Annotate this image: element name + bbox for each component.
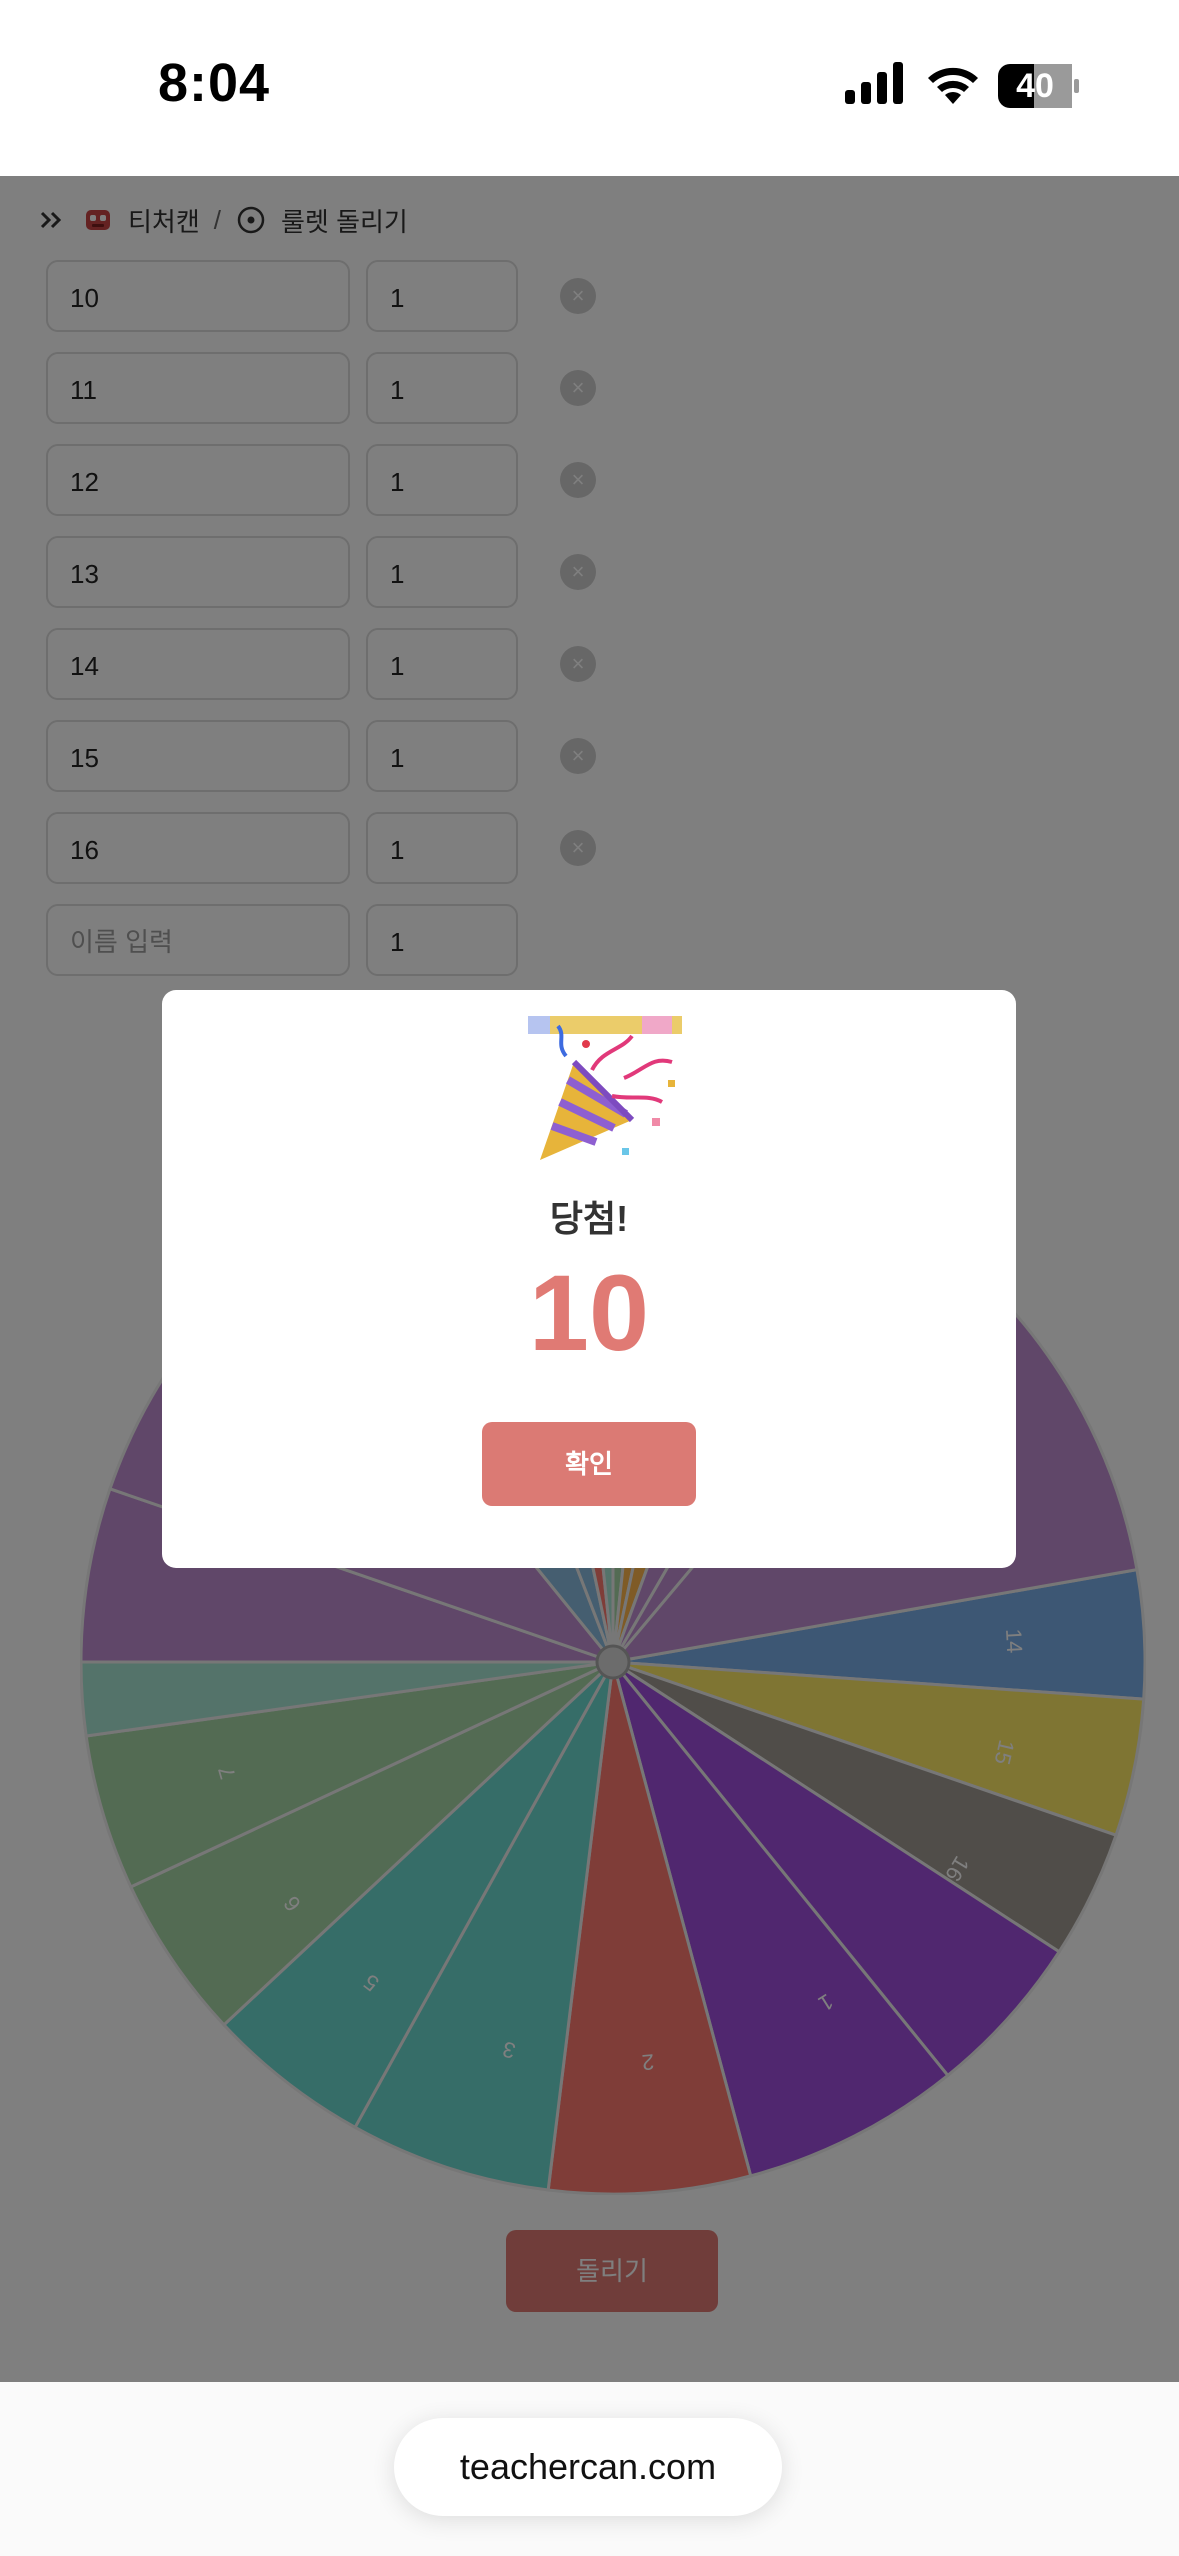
address-bar[interactable]: teachercan.com — [394, 2418, 782, 2516]
modal-title: 당첨! — [549, 1198, 629, 1239]
browser-bottom-bar: teachercan.com — [0, 2382, 1179, 2556]
battery-level: 40 — [1016, 67, 1054, 105]
status-bar: 8:04 40 — [0, 0, 1179, 176]
confirm-button[interactable]: 확인 — [482, 1422, 696, 1506]
status-time: 8:04 — [158, 53, 271, 113]
party-popper-icon — [528, 1016, 682, 1160]
wifi-icon — [928, 67, 978, 104]
result-modal: 당첨! 10 확인 — [162, 990, 1016, 1568]
cellular-signal-icon — [845, 62, 903, 104]
winner-name: 10 — [528, 1252, 650, 1373]
